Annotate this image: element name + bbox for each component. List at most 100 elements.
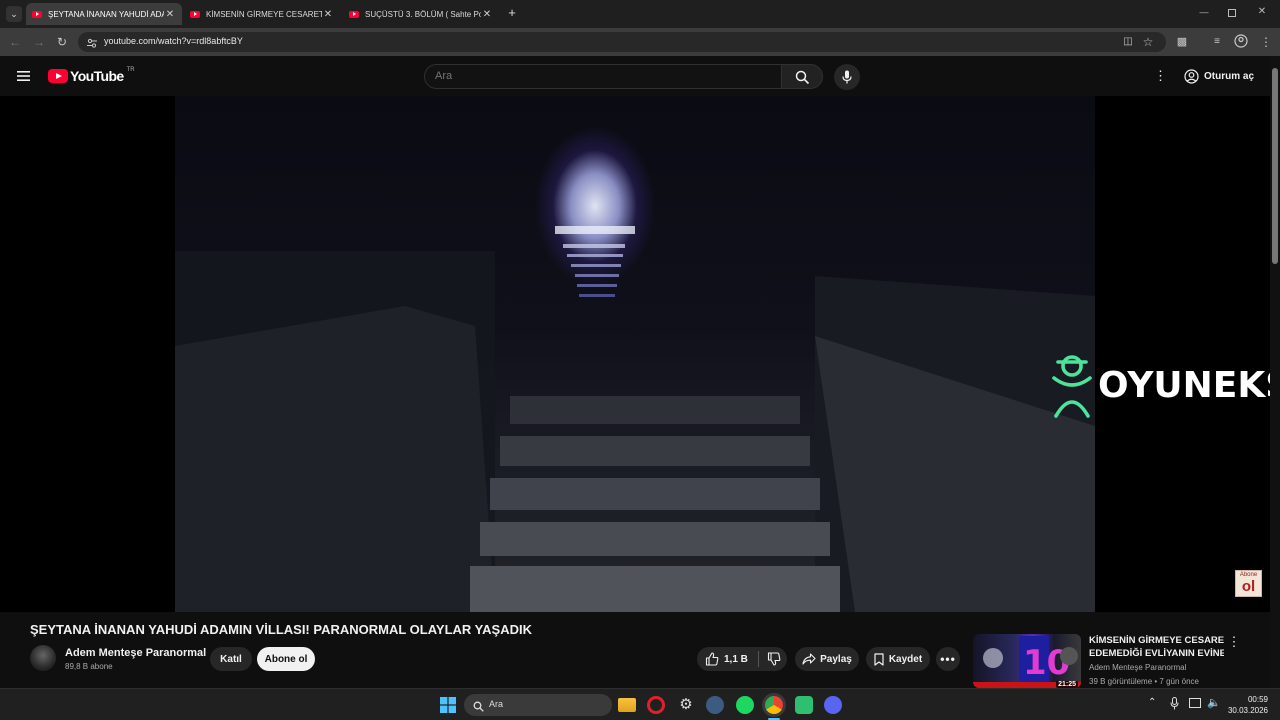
maximize-window-icon[interactable]	[1228, 9, 1236, 17]
opera-icon[interactable]	[647, 696, 665, 714]
chrome-icon[interactable]	[765, 696, 783, 714]
forward-arrow-icon[interactable]: →	[31, 34, 47, 50]
browser-menu-icon[interactable]: ⋮	[1258, 34, 1274, 50]
windows-start-icon[interactable]	[440, 697, 456, 713]
windows-taskbar: Ara ⚙ ⌃ 🔈 00:59 30.03.2026	[0, 688, 1280, 720]
youtube-logo-text: YouTube	[70, 68, 124, 84]
minimize-window-icon[interactable]: —	[1198, 7, 1210, 19]
guide-menu-icon[interactable]	[16, 69, 32, 83]
close-tab-icon[interactable]: ✕	[322, 9, 334, 20]
search-button[interactable]	[781, 64, 823, 89]
bookmark-star-icon[interactable]: ☆	[1140, 34, 1156, 50]
close-window-icon[interactable]: ✕	[1256, 6, 1268, 18]
suggested-video-title[interactable]: KİMSENİN GİRMEYE CESARET EDEMEDİĞİ EVLİY…	[1089, 634, 1224, 660]
like-dislike-group: 1,1 B	[697, 647, 787, 671]
video-player[interactable]: OYUNEKS Abone ol	[0, 96, 1280, 612]
taskbar-clock[interactable]: 00:59 30.03.2026	[1222, 694, 1268, 716]
tab-search-button[interactable]: ⌄	[6, 6, 22, 22]
share-button[interactable]: Paylaş	[795, 647, 859, 671]
suggested-video-menu-icon[interactable]: ⋮	[1227, 634, 1241, 650]
suggested-title-line-1: KİMSENİN GİRMEYE CESARET	[1089, 635, 1224, 646]
search-box	[424, 64, 782, 89]
volume-tray-icon[interactable]: 🔈	[1207, 696, 1221, 709]
subscribe-watermark-badge[interactable]: Abone ol	[1235, 570, 1262, 597]
more-horizontal-icon: •••	[940, 652, 956, 666]
clock-time: 00:59	[1247, 695, 1268, 704]
site-info-icon[interactable]	[86, 36, 98, 48]
like-button[interactable]: 1,1 B	[705, 652, 748, 666]
youtube-play-logo-icon	[48, 69, 68, 83]
youtube-favicon-icon	[349, 10, 359, 18]
address-bar[interactable]: youtube.com/watch?v=rdl8abftcBY	[78, 32, 1166, 52]
android-app-icon[interactable]	[795, 696, 813, 714]
file-explorer-icon[interactable]	[618, 698, 636, 712]
profile-icon[interactable]	[1233, 34, 1249, 50]
sign-in-button[interactable]: Oturum aç	[1178, 63, 1262, 89]
share-label: Paylaş	[820, 653, 852, 665]
thumbs-up-icon	[705, 652, 719, 666]
taskbar-search-icon	[473, 699, 484, 717]
browser-tab-strip: ⌄ ŞEYTANA İNANAN YAHUDİ ADA ✕ KİMSENİN G…	[0, 0, 1280, 28]
microphone-icon	[842, 70, 852, 89]
show-hidden-icons-chevron-icon[interactable]: ⌃	[1148, 697, 1156, 708]
join-label: Katıl	[220, 653, 242, 665]
search-input[interactable]	[435, 70, 735, 82]
taskbar-search-label: Ara	[489, 699, 504, 709]
dislike-button[interactable]	[767, 652, 781, 666]
like-divider	[757, 651, 759, 667]
microphone-tray-icon[interactable]	[1170, 697, 1179, 715]
account-circle-icon	[1184, 68, 1199, 84]
page-scrollbar[interactable]	[1270, 56, 1280, 688]
close-tab-icon[interactable]: ✕	[164, 9, 176, 20]
region-code: TR	[126, 67, 135, 73]
close-tab-icon[interactable]: ✕	[481, 9, 493, 20]
voice-search-button[interactable]	[834, 64, 860, 90]
save-button[interactable]: Kaydet	[866, 647, 930, 671]
badge-bottom-text: ol	[1241, 578, 1256, 595]
browser-tab-2[interactable]: KİMSENİN GİRMEYE CESARET E ✕	[184, 3, 340, 25]
share-arrow-icon	[802, 653, 816, 665]
discord-icon[interactable]	[824, 696, 842, 714]
browser-tab-1[interactable]: ŞEYTANA İNANAN YAHUDİ ADA ✕	[26, 3, 182, 25]
video-scene-image	[175, 226, 1095, 612]
new-tab-button[interactable]: +	[504, 5, 520, 21]
channel-avatar[interactable]	[30, 645, 56, 671]
oyuneks-watermark-text: OYUNEKS	[1098, 364, 1280, 406]
suggested-video-channel[interactable]: Adem Menteşe Paranormal	[1089, 663, 1186, 672]
back-arrow-icon[interactable]: ←	[7, 34, 23, 50]
channel-name[interactable]: Adem Menteşe Paranormal	[65, 647, 206, 659]
youtube-logo[interactable]: YouTube TR	[48, 67, 135, 85]
spotify-icon[interactable]	[736, 696, 754, 714]
sign-in-label: Oturum aç	[1204, 70, 1255, 82]
more-actions-button[interactable]: •••	[936, 647, 960, 671]
suggested-video-thumbnail[interactable]: 10 21:25	[973, 634, 1081, 688]
scrollbar-thumb[interactable]	[1272, 68, 1278, 264]
svg-text:10: 10	[1023, 643, 1070, 683]
reload-icon[interactable]: ↻	[54, 34, 70, 50]
extensions-puzzle-icon[interactable]: ▩	[1174, 34, 1190, 50]
youtube-favicon-icon	[190, 10, 200, 18]
browser-toolbar: ← → ↻ youtube.com/watch?v=rdl8abftcBY ◫ …	[0, 28, 1280, 56]
oyuneks-watermark: OYUNEKS	[1048, 352, 1280, 418]
tab-title: KİMSENİN GİRMEYE CESARET E	[206, 9, 322, 19]
oyuneks-logo-icon	[1048, 352, 1096, 418]
subscribe-label: Abone ol	[264, 653, 308, 665]
bookmark-icon	[874, 652, 884, 666]
browser-tab-3[interactable]: SUÇÜSTÜ 3. BÖLÜM ( Sahte Po ✕	[343, 3, 499, 25]
taskbar-search[interactable]: Ara	[464, 694, 612, 716]
like-count: 1,1 B	[724, 653, 748, 665]
join-button[interactable]: Katıl	[210, 647, 252, 671]
settings-menu-icon[interactable]: ⋮	[1154, 69, 1167, 83]
thumbs-down-icon	[767, 652, 781, 666]
search-icon	[795, 70, 810, 90]
thumbnail-image: 10	[973, 636, 1081, 688]
app-icon[interactable]	[706, 696, 724, 714]
install-app-icon[interactable]: ◫	[1120, 34, 1136, 50]
media-controls-icon[interactable]: ≡	[1209, 34, 1225, 50]
video-duration: 21:25	[1056, 681, 1078, 688]
settings-gear-icon[interactable]: ⚙	[677, 696, 695, 714]
save-label: Kaydet	[888, 653, 923, 665]
display-tray-icon[interactable]	[1189, 698, 1201, 708]
video-frame[interactable]	[175, 96, 1095, 612]
subscribe-button[interactable]: Abone ol	[257, 647, 315, 671]
